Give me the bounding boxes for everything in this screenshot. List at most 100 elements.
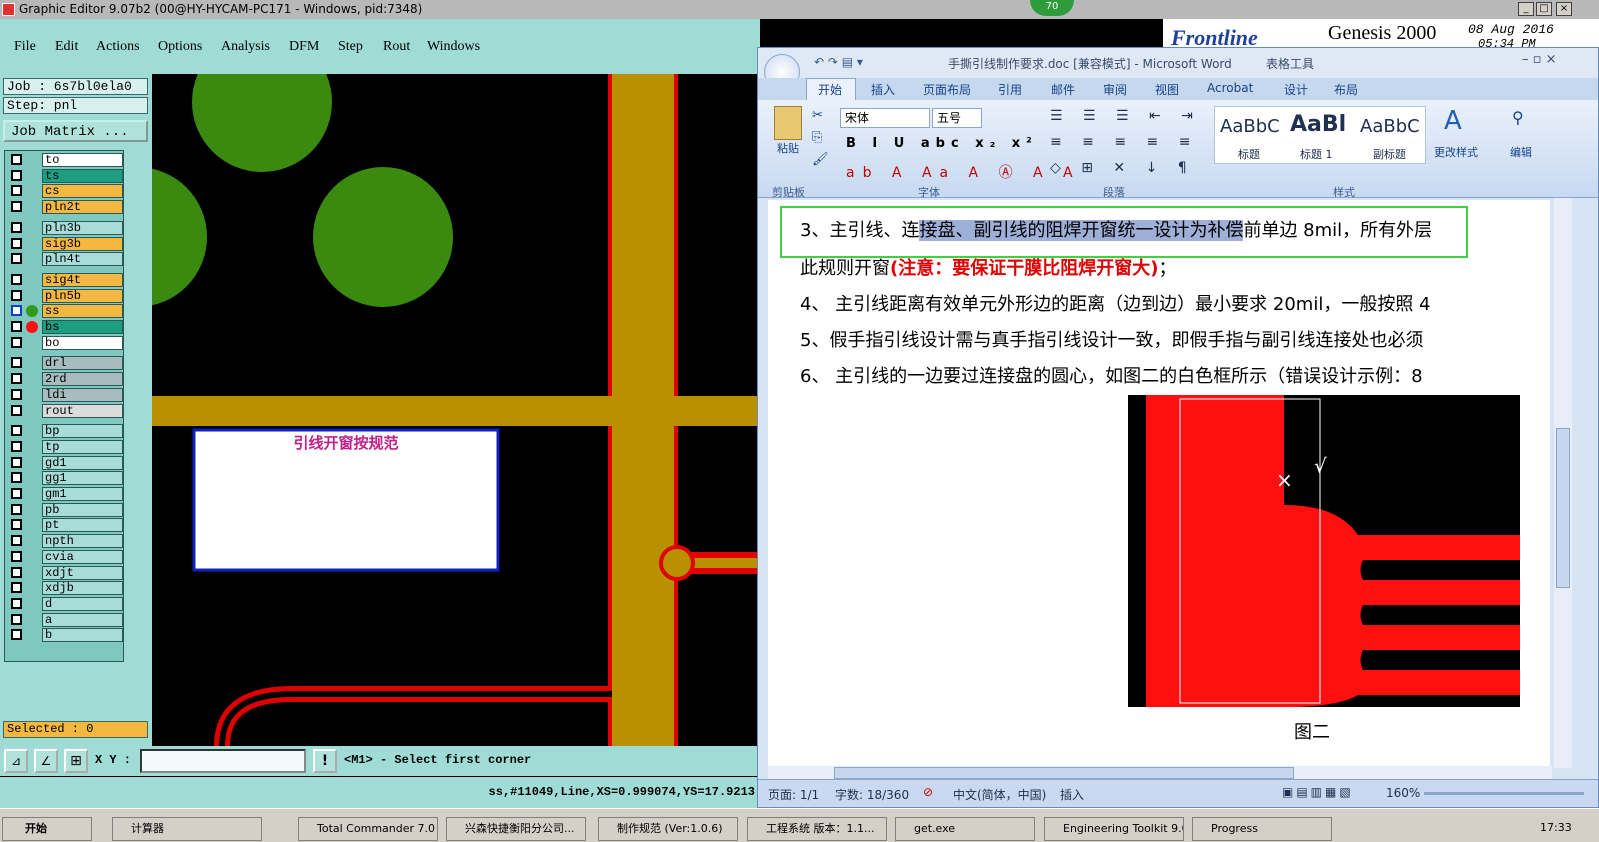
- layer-checkbox[interactable]: [11, 597, 22, 609]
- layer-row-to[interactable]: to: [8, 153, 123, 167]
- tab-insert[interactable]: 插入: [871, 81, 895, 98]
- menu-options[interactable]: Options: [158, 39, 202, 55]
- edit-label[interactable]: 编辑: [1510, 144, 1532, 160]
- layer-checkbox[interactable]: [11, 488, 22, 499]
- font-name-select[interactable]: 宋体: [840, 108, 930, 128]
- layer-name[interactable]: cs: [42, 184, 123, 199]
- change-styles-label[interactable]: 更改样式: [1434, 144, 1478, 160]
- layer-row-tp[interactable]: tp: [8, 439, 123, 454]
- layer-name[interactable]: pln4t: [42, 252, 123, 267]
- style-sample-3[interactable]: AaBbC: [1360, 116, 1420, 137]
- word-count[interactable]: 字数: 18/360: [835, 786, 909, 803]
- layer-row-ss[interactable]: ss: [8, 304, 123, 319]
- layer-checkbox[interactable]: [11, 582, 22, 594]
- layer-checkbox[interactable]: [11, 519, 22, 531]
- copy-icon[interactable]: ⎘: [812, 130, 822, 145]
- layer-checkbox[interactable]: [11, 388, 22, 400]
- font-size-select[interactable]: 五号: [932, 108, 982, 128]
- menu-analysis[interactable]: Analysis: [221, 39, 270, 55]
- layer-name[interactable]: bs: [42, 320, 123, 334]
- layer-checkbox[interactable]: [11, 425, 22, 437]
- layer-name[interactable]: bp: [42, 424, 123, 439]
- layer-name[interactable]: drl: [42, 356, 123, 371]
- layer-name[interactable]: ts: [42, 168, 123, 183]
- hscroll-thumb[interactable]: [834, 767, 1294, 779]
- vertical-scrollbar[interactable]: [1554, 198, 1572, 768]
- layer-row-2rd[interactable]: 2rd: [8, 372, 123, 387]
- layer-row-a[interactable]: a: [8, 612, 123, 627]
- style-sample-1[interactable]: AaBbC: [1220, 116, 1280, 137]
- layer-name[interactable]: tp: [42, 439, 123, 454]
- layer-checkbox[interactable]: [11, 456, 22, 468]
- menu-actions[interactable]: Actions: [96, 39, 140, 55]
- layer-checkbox[interactable]: [11, 154, 22, 165]
- tab-mailings[interactable]: 邮件: [1051, 81, 1075, 98]
- layer-checkbox[interactable]: [11, 566, 22, 578]
- layer-name[interactable]: sig4t: [42, 272, 123, 287]
- task-get-exe[interactable]: get.exe: [895, 817, 1035, 841]
- layer-row-pln4t[interactable]: pln4t: [8, 252, 123, 267]
- view-buttons-icon[interactable]: ▣▤▥▦▧: [1282, 785, 1354, 799]
- layer-name[interactable]: gm1: [42, 487, 123, 501]
- xy-input[interactable]: [140, 749, 306, 773]
- layer-checkbox[interactable]: [11, 221, 22, 233]
- zoom-tool-icon[interactable]: ⊿: [4, 749, 28, 773]
- layer-checkbox[interactable]: [11, 404, 22, 416]
- layer-row-pln2t[interactable]: pln2t: [8, 200, 123, 215]
- minimize-button[interactable]: _: [1518, 2, 1534, 16]
- horizontal-scrollbar[interactable]: [768, 766, 1552, 780]
- style-sample-2[interactable]: AaBl: [1290, 112, 1346, 137]
- layer-row-pb[interactable]: pb: [8, 502, 123, 517]
- layer-checkbox[interactable]: [11, 613, 22, 625]
- layer-checkbox[interactable]: [11, 535, 22, 547]
- language-indicator[interactable]: 中文(简体，中国): [953, 786, 1046, 803]
- menu-dfm[interactable]: DFM: [289, 39, 319, 55]
- layer-checkbox[interactable]: [11, 201, 22, 213]
- align-icons[interactable]: ≡ ≡ ≡ ≡ ≡ ↕: [1050, 134, 1231, 150]
- task-progress[interactable]: Progress: [1192, 817, 1332, 841]
- list-icons[interactable]: ☰ ☰ ☰ ⇤ ⇥: [1050, 108, 1201, 124]
- close-button[interactable]: ×: [1556, 2, 1572, 16]
- undo-icon[interactable]: ↶ ↷ ▤ ▾: [814, 55, 863, 69]
- change-styles-icon[interactable]: A: [1444, 106, 1462, 136]
- layer-row-gm1[interactable]: gm1: [8, 487, 123, 501]
- tab-acrobat[interactable]: Acrobat: [1207, 81, 1253, 95]
- task-calculator[interactable]: 计算器: [112, 817, 262, 841]
- zoom-level[interactable]: 160%: [1386, 786, 1420, 800]
- menu-edit[interactable]: Edit: [55, 39, 78, 55]
- layer-checkbox[interactable]: [11, 472, 22, 484]
- page-indicator[interactable]: 页面: 1/1: [768, 786, 819, 803]
- layer-name[interactable]: b: [42, 628, 123, 643]
- layer-row-cvia[interactable]: cvia: [8, 549, 123, 564]
- layer-name[interactable]: to: [42, 153, 123, 167]
- paste-button[interactable]: 粘贴: [770, 106, 806, 166]
- task-spec[interactable]: 制作规范 (Ver:1.0.6): [598, 817, 738, 841]
- layer-name[interactable]: pln3b: [42, 220, 123, 235]
- layer-row-pln5b[interactable]: pln5b: [8, 288, 123, 303]
- layer-name[interactable]: ss: [42, 304, 123, 319]
- font-color-icons[interactable]: ab A Aa A Ⓐ A A: [846, 162, 1081, 182]
- layer-checkbox[interactable]: [11, 169, 22, 181]
- layer-checkbox[interactable]: [11, 629, 22, 641]
- layer-name[interactable]: cvia: [42, 549, 123, 564]
- layer-checkbox[interactable]: [11, 503, 22, 515]
- layer-name[interactable]: pln2t: [42, 200, 123, 215]
- layer-checkbox[interactable]: [11, 321, 22, 332]
- layer-checkbox[interactable]: [11, 373, 22, 385]
- layer-checkbox[interactable]: [11, 185, 22, 197]
- graphic-canvas[interactable]: 引线开窗按规范: [152, 74, 757, 746]
- scroll-thumb[interactable]: [1556, 428, 1570, 588]
- tab-page-layout[interactable]: 页面布局: [923, 81, 971, 98]
- layer-name[interactable]: ldi: [42, 387, 123, 402]
- layer-row-ldi[interactable]: ldi: [8, 387, 123, 402]
- layer-row-cs[interactable]: cs: [8, 184, 123, 199]
- grid-tool-icon[interactable]: ⊞: [64, 749, 88, 773]
- format-painter-icon[interactable]: 🖌: [812, 152, 829, 167]
- layer-row-bo[interactable]: bo: [8, 335, 123, 350]
- layer-name[interactable]: a: [42, 612, 123, 627]
- layer-name[interactable]: gg1: [42, 471, 123, 486]
- layer-name[interactable]: sig3b: [42, 236, 123, 251]
- task-company[interactable]: 兴森快捷衡阳分公司...: [446, 817, 586, 841]
- layer-name[interactable]: pt: [42, 518, 123, 533]
- layer-row-pln3b[interactable]: pln3b: [8, 220, 123, 235]
